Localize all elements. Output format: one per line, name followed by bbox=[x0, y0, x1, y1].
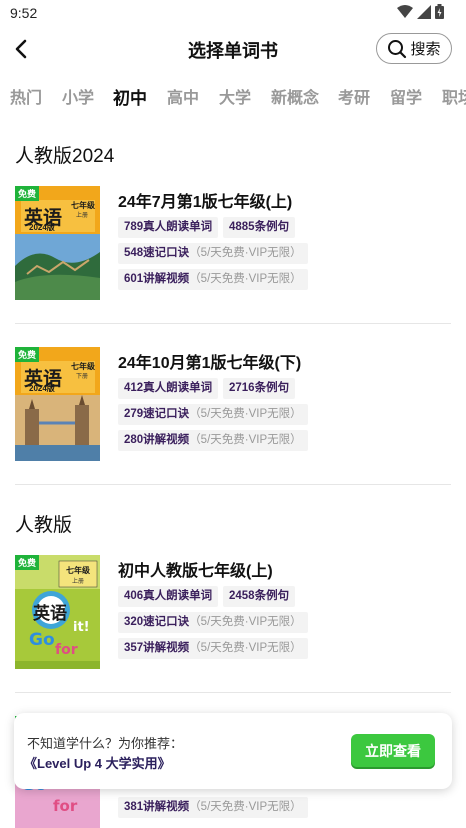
quota-note: （5/天免费·VIP无限） bbox=[189, 434, 302, 446]
divider bbox=[15, 692, 451, 693]
video-count: 601讲解视频 bbox=[124, 273, 190, 285]
tab-postgrad[interactable]: 考研 bbox=[338, 84, 370, 108]
divider bbox=[15, 484, 451, 485]
book-title[interactable]: 初中人教版七年级(上) bbox=[118, 557, 273, 581]
svg-text:it!: it! bbox=[73, 620, 90, 635]
quota-note: （5/天免费·VIP无限） bbox=[189, 408, 302, 420]
book-title[interactable]: 24年10月第1版七年级(下) bbox=[118, 349, 301, 373]
svg-text:for: for bbox=[55, 642, 78, 658]
mnemonic-count: 320速记口诀 bbox=[124, 616, 190, 628]
view-now-button[interactable]: 立即查看 bbox=[351, 734, 435, 767]
video-count: 280讲解视频 bbox=[124, 434, 190, 446]
tab-senior-high[interactable]: 高中 bbox=[167, 84, 199, 108]
sentences-tag: 2716条例句 bbox=[223, 378, 296, 399]
words-tag: 789真人朗读单词 bbox=[118, 217, 219, 238]
cover-volume: 上册 bbox=[76, 213, 89, 219]
book-cover[interactable]: Go for it! 免费 英语 七年级 上册 bbox=[15, 555, 100, 669]
cover-volume: 下册 bbox=[76, 374, 89, 380]
tab-workplace[interactable]: 职场 bbox=[442, 84, 466, 108]
tab-university[interactable]: 大学 bbox=[219, 84, 251, 108]
quota-note: （5/天免费·VIP无限） bbox=[189, 616, 302, 628]
app-header: 选择单词书 搜索 bbox=[0, 26, 466, 72]
mnemonic-tag: 548速记口诀（5/天免费·VIP无限） bbox=[118, 243, 308, 264]
cover-title: 英语 bbox=[33, 604, 67, 623]
cover-year: 2024版 bbox=[29, 223, 55, 232]
mnemonic-count: 279速记口诀 bbox=[124, 408, 190, 420]
cover-volume: 上册 bbox=[72, 579, 85, 585]
book-item[interactable]: Go for it! 免费 英语 七年级 上册 初中人教版七年级(上) 406真… bbox=[15, 555, 451, 675]
video-count: 357讲解视频 bbox=[124, 642, 190, 654]
video-tag: 357讲解视频（5/天免费·VIP无限） bbox=[118, 638, 308, 659]
book-item[interactable]: 免费 英语 七年级 下册 2024版 24年10月第1版七年级(下) 412真人… bbox=[15, 347, 451, 467]
battery-icon bbox=[435, 4, 444, 19]
signal-icon bbox=[417, 4, 431, 19]
video-tag: 280讲解视频（5/天免费·VIP无限） bbox=[118, 430, 308, 451]
tab-hot[interactable]: 热门 bbox=[10, 84, 42, 108]
tab-primary[interactable]: 小学 bbox=[62, 84, 94, 108]
video-count: 381讲解视频 bbox=[124, 801, 190, 813]
status-bar: 9:52 bbox=[0, 0, 466, 26]
section-title: 人教版 bbox=[15, 515, 73, 536]
video-tag: 381讲解视频（5/天免费·VIP无限） bbox=[118, 797, 308, 818]
divider bbox=[15, 323, 451, 324]
mnemonic-count: 548速记口诀 bbox=[124, 247, 190, 259]
cover-grade: 七年级 bbox=[66, 566, 90, 575]
section-title: 人教版2024 bbox=[15, 146, 115, 167]
mnemonic-tag: 320速记口诀（5/天免费·VIP无限） bbox=[118, 612, 308, 633]
svg-text:for: for bbox=[53, 797, 78, 815]
words-tag: 412真人朗读单词 bbox=[118, 378, 219, 399]
wifi-icon bbox=[397, 4, 413, 18]
recommend-book[interactable]: 《Level Up 4 大学实用》 bbox=[24, 753, 171, 772]
tab-new-concept[interactable]: 新概念 bbox=[271, 84, 319, 108]
sentences-tag: 4885条例句 bbox=[223, 217, 296, 238]
search-label: 搜索 bbox=[410, 41, 441, 58]
svg-text:Go: Go bbox=[29, 630, 55, 650]
tab-study-abroad[interactable]: 留学 bbox=[390, 84, 422, 108]
video-tag: 601讲解视频（5/天免费·VIP无限） bbox=[118, 269, 308, 290]
quota-note: （5/天免费·VIP无限） bbox=[189, 801, 302, 813]
category-tabs: 热门 小学 初中 高中 大学 新概念 考研 留学 职场 bbox=[0, 80, 466, 110]
quota-note: （5/天免费·VIP无限） bbox=[189, 273, 302, 285]
search-button[interactable]: 搜索 bbox=[376, 33, 452, 64]
quota-note: （5/天免费·VIP无限） bbox=[189, 247, 302, 259]
book-cover[interactable]: 免费 英语 七年级 下册 2024版 bbox=[15, 347, 100, 461]
free-badge: 免费 bbox=[15, 555, 40, 570]
book-title[interactable]: 24年7月第1版七年级(上) bbox=[118, 188, 292, 212]
status-icons bbox=[397, 4, 444, 19]
book-item[interactable]: 免费 英语 七年级 上册 2024版 24年7月第1版七年级(上) 789真人朗… bbox=[15, 186, 451, 306]
words-tag: 406真人朗读单词 bbox=[118, 586, 219, 607]
recommend-hint: 不知道学什么？为你推荐： bbox=[27, 736, 184, 751]
sentences-tag: 2458条例句 bbox=[223, 586, 296, 607]
recommend-banner[interactable]: 不知道学什么？为你推荐： 《Level Up 4 大学实用》 立即查看 bbox=[14, 713, 452, 789]
status-time: 9:52 bbox=[10, 5, 38, 21]
free-badge: 免费 bbox=[15, 186, 40, 201]
mnemonic-tag: 279速记口诀（5/天免费·VIP无限） bbox=[118, 404, 308, 425]
free-badge: 免费 bbox=[15, 347, 40, 362]
search-icon bbox=[388, 39, 407, 58]
cover-year: 2024版 bbox=[29, 384, 55, 393]
book-cover[interactable]: 免费 英语 七年级 上册 2024版 bbox=[15, 186, 100, 300]
tab-junior-high[interactable]: 初中 bbox=[113, 84, 147, 109]
quota-note: （5/天免费·VIP无限） bbox=[189, 642, 302, 654]
